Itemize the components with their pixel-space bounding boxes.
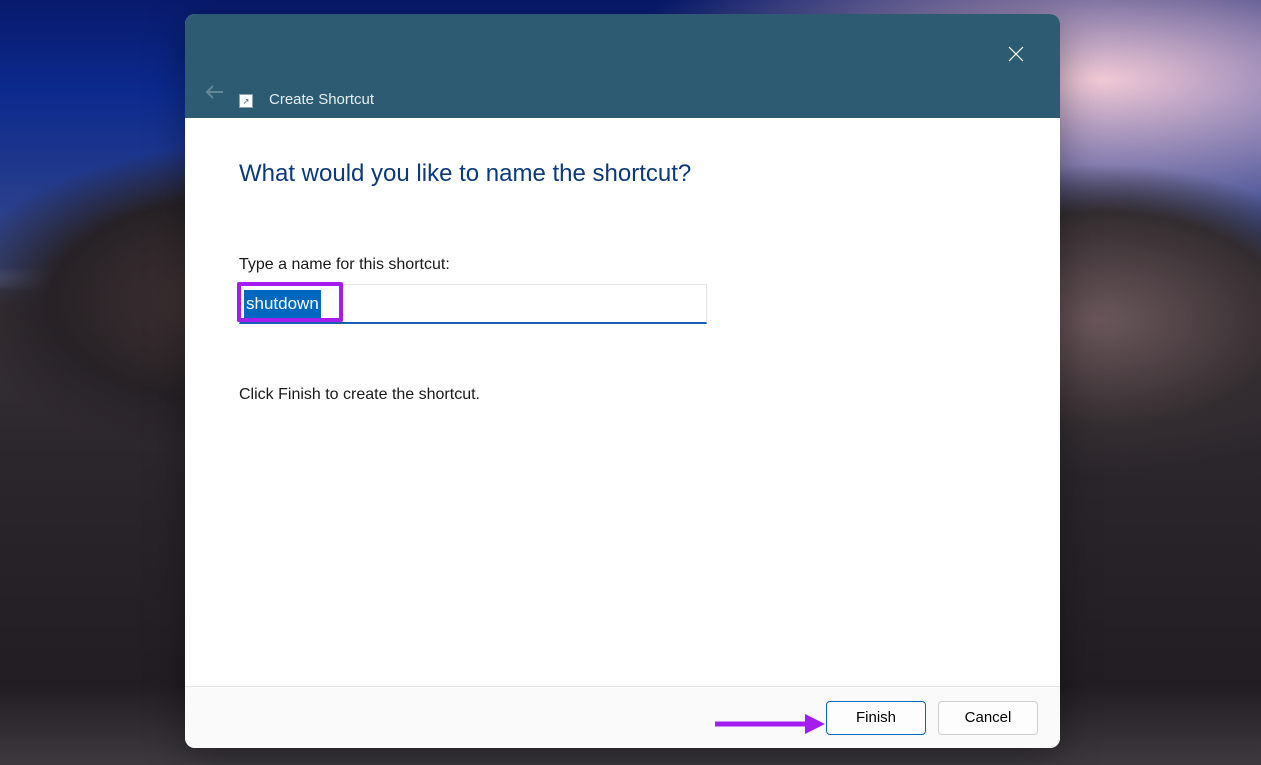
close-icon [1008,46,1024,67]
create-shortcut-dialog: ↗ Create Shortcut What would you like to… [185,14,1060,748]
page-heading: What would you like to name the shortcut… [239,160,1006,188]
back-button[interactable] [199,78,231,110]
dialog-title: Create Shortcut [269,91,374,108]
shortcut-name-value: shutdown [244,290,321,318]
dialog-footer: Finish Cancel [185,686,1060,748]
finish-button[interactable]: Finish [826,701,926,735]
dialog-body: What would you like to name the shortcut… [185,118,1060,686]
instruction-text: Click Finish to create the shortcut. [239,386,1006,404]
dialog-titlebar: ↗ Create Shortcut [185,14,1060,118]
back-arrow-icon [205,84,225,105]
shortcut-name-input[interactable]: shutdown [239,284,707,324]
annotation-arrow [715,710,825,738]
close-button[interactable] [992,36,1040,76]
cancel-button[interactable]: Cancel [938,701,1038,735]
shortcut-name-label: Type a name for this shortcut: [239,256,1006,274]
shortcut-icon: ↗ [239,94,253,108]
